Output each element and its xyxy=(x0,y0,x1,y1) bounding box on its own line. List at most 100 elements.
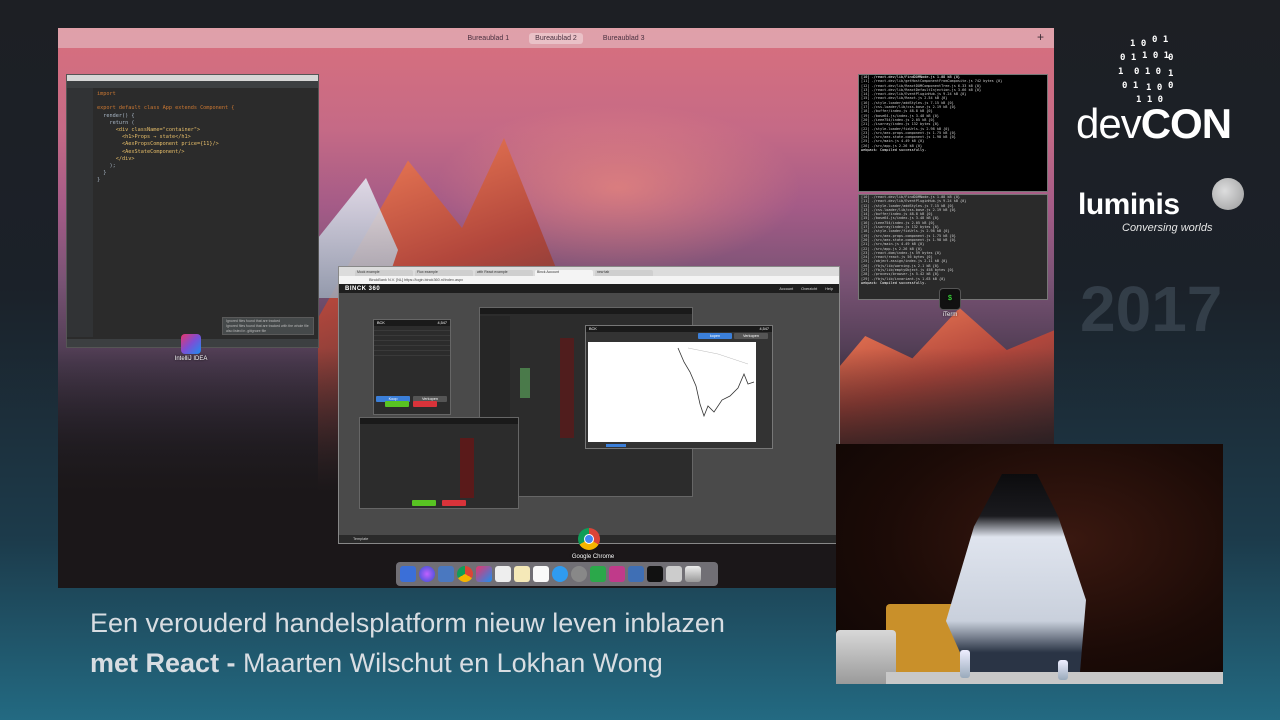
trash-icon[interactable] xyxy=(685,566,701,582)
talk-title-line1: Een verouderd handelsplatform nieuw leve… xyxy=(90,608,725,638)
intellij-desktop-icon[interactable]: IntelliJ IDEA xyxy=(166,334,216,362)
code-editor[interactable]: import export default class App extends … xyxy=(97,91,234,185)
desk-edge xyxy=(886,672,1223,684)
sourcetree-icon[interactable] xyxy=(590,566,606,582)
code-line: <AexPropsComponent price={11}/> xyxy=(97,141,219,148)
space-tab-1[interactable]: Bureaublad 1 xyxy=(462,33,516,44)
svg-text:0 1: 0 1 xyxy=(1120,53,1136,63)
iterm-icon: $ xyxy=(939,288,961,310)
browser-tab-active[interactable]: Binck Account xyxy=(535,270,593,276)
code-line: render() { xyxy=(97,112,135,119)
water-bottle xyxy=(960,650,970,678)
speaker-video xyxy=(836,444,1223,684)
talk-title-line2: met React - Maarten Wilschut en Lokhan W… xyxy=(90,648,663,679)
calendar-icon[interactable] xyxy=(495,566,511,582)
speaker-names: Maarten Wilschut en Lokhan Wong xyxy=(235,648,663,678)
svg-text:1 0: 1 0 xyxy=(1130,39,1146,49)
svg-text:0 1 0: 0 1 0 xyxy=(1134,67,1161,77)
vcs-notification[interactable]: Ignored files found that are tracked Ign… xyxy=(222,317,314,335)
svg-text:1 0 1: 1 0 1 xyxy=(1142,51,1169,61)
notes-icon[interactable] xyxy=(514,566,530,582)
chart-sell-button[interactable]: Verkopen xyxy=(734,333,768,339)
sell-button[interactable] xyxy=(442,500,466,506)
chrome-icon xyxy=(578,528,600,550)
code-line: <div className="container"> xyxy=(97,127,201,134)
quote-list-header xyxy=(480,308,692,314)
space-tab-2[interactable]: Bureaublad 2 xyxy=(529,32,583,44)
price-chart[interactable] xyxy=(588,342,756,442)
chart-header: BCK 4,547 xyxy=(586,326,772,332)
space-tab-3[interactable]: Bureaublad 3 xyxy=(597,33,651,44)
water-bottle xyxy=(1058,660,1068,680)
nav-link[interactable]: Overzicht xyxy=(801,287,817,291)
svg-text:1: 1 xyxy=(1168,69,1173,79)
intellij-label: IntelliJ IDEA xyxy=(174,356,208,362)
browser-tab[interactable]: with React example xyxy=(475,270,533,276)
slack-icon[interactable] xyxy=(609,566,625,582)
svg-text:1 0: 1 0 xyxy=(1146,83,1162,93)
browser-window[interactable]: Mock example Flux example with React exa… xyxy=(338,266,840,544)
chart-range-selector[interactable] xyxy=(606,444,626,447)
luminis-wordmark: luminis xyxy=(1078,188,1180,221)
depth-bar xyxy=(520,368,530,398)
orderbook-header xyxy=(360,418,518,424)
binck-navbar: BINCK 360 Account Overzicht Help xyxy=(339,284,839,293)
add-space-button[interactable]: + xyxy=(1037,30,1044,44)
code-line: } xyxy=(97,170,107,177)
svg-text:0 1: 0 1 xyxy=(1122,81,1138,91)
confirm-sell-button[interactable] xyxy=(413,401,437,407)
talk-title-react: met React - xyxy=(90,648,236,678)
address-bar[interactable]: BinckBank N.V. [NL] https://login.binck3… xyxy=(339,276,839,284)
confirm-buy-button[interactable] xyxy=(385,401,409,407)
iterm-label: iTerm xyxy=(942,312,958,318)
iterm-desktop-icon[interactable]: $ iTerm xyxy=(930,288,970,318)
browser-tab[interactable]: new tab xyxy=(595,270,653,276)
app-store-icon[interactable] xyxy=(552,566,568,582)
template-tab[interactable]: Template xyxy=(353,537,368,541)
intellij-window[interactable]: import export default class App extends … xyxy=(66,74,319,348)
code-line: return ( xyxy=(97,119,135,126)
secondary-series-line xyxy=(687,347,749,365)
devcon-wordmark: devCON xyxy=(1076,100,1232,147)
ask-column xyxy=(460,438,474,498)
intellij-dock-icon[interactable] xyxy=(476,566,492,582)
code-line: <AexStateComponent/> xyxy=(97,148,185,155)
code-line: ); xyxy=(97,163,116,170)
browser-tab-strip: Mock example Flux example with React exa… xyxy=(339,267,839,276)
line-gutter xyxy=(67,88,93,337)
chart-buy-button[interactable]: kopen xyxy=(698,333,732,339)
spaces-bar: Bureaublad 1 Bureaublad 2 Bureaublad 3 + xyxy=(58,28,1054,48)
price-series-line xyxy=(677,347,755,418)
preview-icon[interactable] xyxy=(628,566,644,582)
svg-text:1: 1 xyxy=(1118,67,1123,77)
downloads-icon[interactable] xyxy=(666,566,682,582)
siri-icon[interactable] xyxy=(419,566,435,582)
code-line: } xyxy=(97,177,101,184)
buy-button[interactable] xyxy=(412,500,436,506)
nav-link[interactable]: Account xyxy=(779,287,793,291)
code-line: <h1>Props → state</h1> xyxy=(97,134,191,141)
reminders-icon[interactable] xyxy=(533,566,549,582)
system-preferences-icon[interactable] xyxy=(571,566,587,582)
nav-link[interactable]: Help xyxy=(825,287,833,291)
orderbook-panel[interactable] xyxy=(359,417,519,509)
terminal-window[interactable]: [10] ./react-dev/lib/FindDOMNode.js 1.08… xyxy=(858,74,1048,192)
price-line-svg xyxy=(677,347,755,418)
finder-icon[interactable] xyxy=(400,566,416,582)
svg-text:0: 0 xyxy=(1168,81,1173,91)
chart-window[interactable]: BCK 4,547 kopen Verkopen xyxy=(585,325,773,449)
devcon-binary-logo: 1 00 1 0 11 0 10 10 1 01 0 11 00 1 1 0 xyxy=(1118,35,1173,104)
editor-tabs[interactable] xyxy=(67,81,318,88)
ask-column xyxy=(560,338,574,438)
code-line: export default class App extends Compone… xyxy=(97,105,235,112)
launchpad-icon[interactable] xyxy=(438,566,454,582)
code-line: import xyxy=(97,91,116,97)
notification-body: Ignored files found that are tracked wit… xyxy=(226,324,309,333)
intellij-icon xyxy=(181,334,201,354)
chrome-label: Google Chrome xyxy=(571,554,615,560)
binck-logo[interactable]: BINCK 360 xyxy=(345,286,380,292)
terminal-window[interactable]: [10] ./react-dev/lib/FindDOMNode.js 1.08… xyxy=(858,194,1048,300)
chrome-dock-icon[interactable] xyxy=(457,566,473,582)
terminal-dock-icon[interactable] xyxy=(647,566,663,582)
svg-text:0 1: 0 1 xyxy=(1152,35,1168,45)
